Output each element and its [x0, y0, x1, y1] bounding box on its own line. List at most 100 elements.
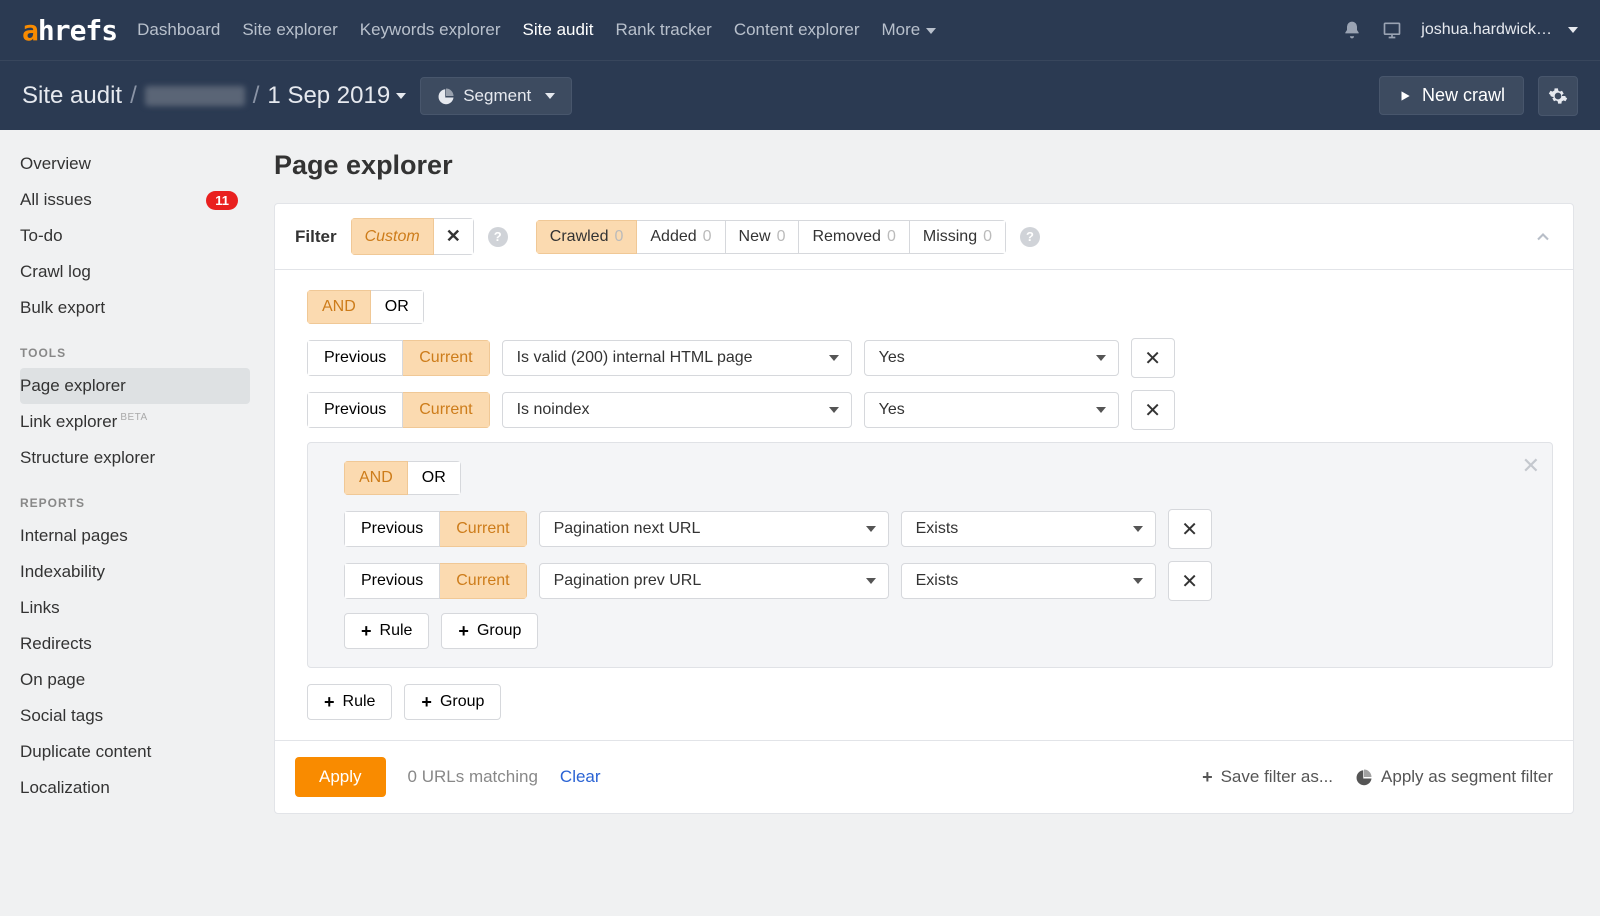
nav-dashboard[interactable]: Dashboard: [135, 16, 222, 44]
sidebar-crawl-log[interactable]: Crawl log: [20, 254, 250, 290]
sidebar-links[interactable]: Links: [20, 590, 250, 626]
tab-missing[interactable]: Missing 0: [910, 220, 1006, 254]
nav-site-explorer[interactable]: Site explorer: [240, 16, 339, 44]
remove-group-button[interactable]: ✕: [1522, 453, 1540, 479]
crawl-version-toggle: Previous Current: [307, 392, 490, 428]
logic-and[interactable]: AND: [344, 461, 408, 495]
settings-button[interactable]: [1538, 76, 1578, 116]
pie-icon: [1355, 768, 1373, 786]
play-icon: [1398, 89, 1412, 103]
sidebar-all-issues[interactable]: All issues11: [20, 182, 250, 218]
user-name: joshua.hardwick…: [1421, 21, 1552, 39]
user-menu[interactable]: joshua.hardwick…: [1421, 21, 1578, 39]
field-select[interactable]: Is noindex: [502, 392, 852, 428]
page-title: Page explorer: [274, 150, 1574, 181]
add-rule-button[interactable]: +Rule: [344, 613, 429, 649]
sidebar-overview[interactable]: Overview: [20, 146, 250, 182]
add-rule-button[interactable]: +Rule: [307, 684, 392, 720]
sidebar-duplicate-content[interactable]: Duplicate content: [20, 734, 250, 770]
plus-icon: +: [458, 622, 469, 640]
remove-rule-button[interactable]: ✕: [1131, 338, 1175, 378]
sub-header: Site audit / / 1 Sep 2019 Segment New cr…: [0, 60, 1600, 130]
remove-rule-button[interactable]: ✕: [1168, 561, 1212, 601]
apply-segment-button[interactable]: Apply as segment filter: [1355, 767, 1553, 787]
help-icon[interactable]: ?: [1020, 227, 1040, 247]
rule-row: Previous Current Pagination next URL Exi…: [344, 509, 1534, 549]
prev-button[interactable]: Previous: [307, 340, 403, 376]
value-select[interactable]: Yes: [864, 340, 1119, 376]
nav-content-explorer[interactable]: Content explorer: [732, 16, 862, 44]
custom-filter-pill: Custom ✕: [351, 218, 474, 255]
tab-added[interactable]: Added 0: [637, 220, 725, 254]
current-button[interactable]: Current: [403, 392, 489, 428]
sidebar-internal-pages[interactable]: Internal pages: [20, 518, 250, 554]
value-select[interactable]: Exists: [901, 563, 1156, 599]
segment-button[interactable]: Segment: [420, 77, 572, 115]
beta-badge: BETA: [120, 412, 147, 423]
current-button[interactable]: Current: [440, 511, 526, 547]
new-crawl-button[interactable]: New crawl: [1379, 76, 1524, 115]
filter-header: Filter Custom ✕ ? Crawled 0 Added 0 New …: [275, 204, 1573, 270]
add-group-button[interactable]: +Group: [404, 684, 501, 720]
prev-button[interactable]: Previous: [344, 511, 440, 547]
prev-button[interactable]: Previous: [307, 392, 403, 428]
nav-rank-tracker[interactable]: Rank tracker: [613, 16, 713, 44]
prev-button[interactable]: Previous: [344, 563, 440, 599]
field-select[interactable]: Pagination prev URL: [539, 563, 889, 599]
collapse-toggle[interactable]: [1533, 227, 1553, 247]
pie-icon: [437, 87, 455, 105]
filter-builder: AND OR Previous Current Is valid (200) i…: [275, 270, 1573, 740]
sidebar-on-page[interactable]: On page: [20, 662, 250, 698]
breadcrumb-section: Site audit: [22, 82, 122, 110]
current-button[interactable]: Current: [440, 563, 526, 599]
apply-button[interactable]: Apply: [295, 757, 386, 797]
current-button[interactable]: Current: [403, 340, 489, 376]
crawl-version-toggle: Previous Current: [344, 511, 527, 547]
sidebar: Overview All issues11 To-do Crawl log Bu…: [0, 130, 250, 844]
breadcrumb-date-select[interactable]: 1 Sep 2019: [267, 82, 406, 110]
rule-row: Previous Current Pagination prev URL Exi…: [344, 561, 1534, 601]
rule-row: Previous Current Is valid (200) internal…: [307, 338, 1553, 378]
clear-link[interactable]: Clear: [560, 767, 601, 787]
nav-keywords-explorer[interactable]: Keywords explorer: [358, 16, 503, 44]
filter-label: Filter: [295, 227, 337, 247]
matching-count: 0 URLs matching: [408, 767, 538, 787]
save-filter-button[interactable]: + Save filter as...: [1202, 767, 1333, 787]
remove-rule-button[interactable]: ✕: [1168, 509, 1212, 549]
tab-crawled[interactable]: Crawled 0: [536, 220, 638, 254]
sidebar-structure-explorer[interactable]: Structure explorer: [20, 440, 250, 476]
sidebar-to-do[interactable]: To-do: [20, 218, 250, 254]
logic-or[interactable]: OR: [408, 461, 461, 495]
breadcrumb-site-blurred: [145, 86, 245, 106]
help-icon[interactable]: ?: [488, 227, 508, 247]
value-select[interactable]: Yes: [864, 392, 1119, 428]
field-select[interactable]: Is valid (200) internal HTML page: [502, 340, 852, 376]
bell-icon[interactable]: [1341, 19, 1363, 41]
sidebar-page-explorer[interactable]: Page explorer: [20, 368, 250, 404]
plus-icon: +: [324, 693, 335, 711]
sidebar-social-tags[interactable]: Social tags: [20, 698, 250, 734]
sidebar-localization[interactable]: Localization: [20, 770, 250, 806]
logic-and[interactable]: AND: [307, 290, 371, 324]
tab-new[interactable]: New 0: [726, 220, 800, 254]
sidebar-link-explorer[interactable]: Link explorerBETA: [20, 404, 250, 440]
value-select[interactable]: Exists: [901, 511, 1156, 547]
logic-or[interactable]: OR: [371, 290, 424, 324]
sidebar-bulk-export[interactable]: Bulk export: [20, 290, 250, 326]
breadcrumb: Site audit / / 1 Sep 2019: [22, 82, 406, 110]
custom-label[interactable]: Custom: [351, 218, 434, 255]
plus-icon: +: [361, 622, 372, 640]
remove-rule-button[interactable]: ✕: [1131, 390, 1175, 430]
add-group-button[interactable]: +Group: [441, 613, 538, 649]
sidebar-redirects[interactable]: Redirects: [20, 626, 250, 662]
field-select[interactable]: Pagination next URL: [539, 511, 889, 547]
filter-tabs: Crawled 0 Added 0 New 0 Removed 0 Missin…: [536, 220, 1006, 254]
chevron-down-icon: [545, 93, 555, 99]
logo-a: a: [22, 14, 38, 47]
monitor-icon[interactable]: [1381, 19, 1403, 41]
nav-site-audit[interactable]: Site audit: [521, 16, 596, 44]
tab-removed[interactable]: Removed 0: [799, 220, 909, 254]
nav-more[interactable]: More: [880, 16, 939, 44]
clear-custom-button[interactable]: ✕: [434, 218, 474, 255]
sidebar-indexability[interactable]: Indexability: [20, 554, 250, 590]
